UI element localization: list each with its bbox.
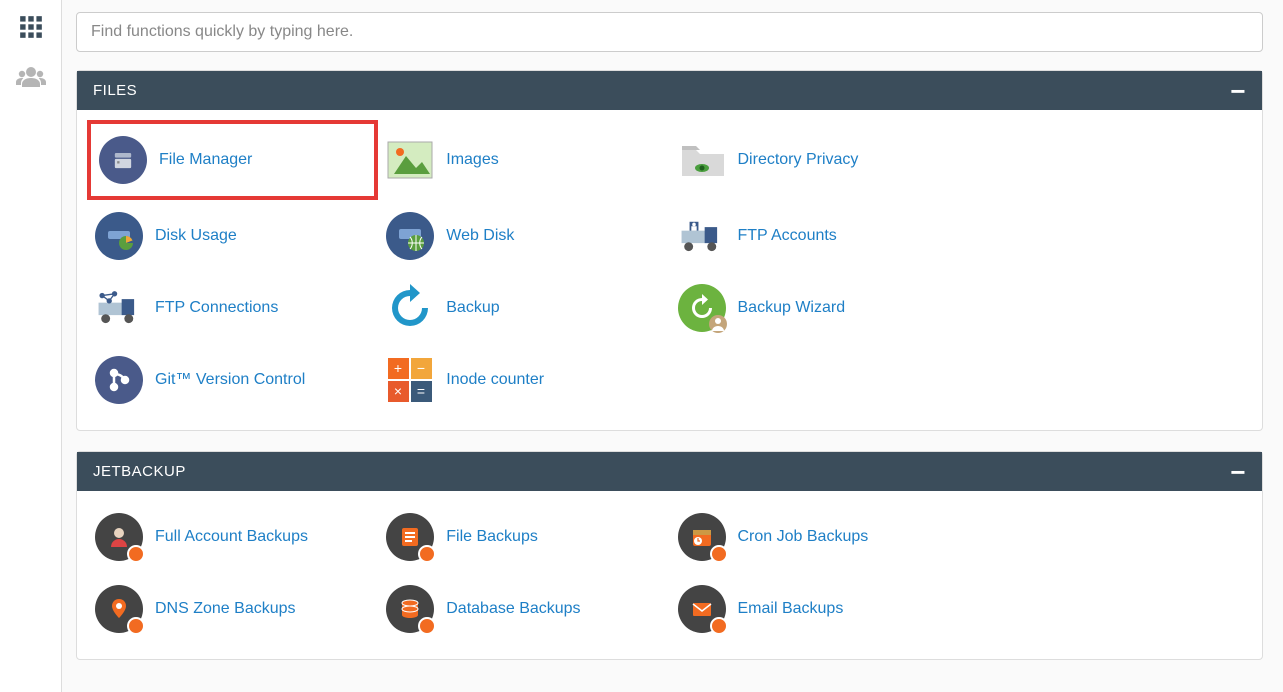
main-content: FILES − File Manager Images: [62, 0, 1283, 692]
item-label: DNS Zone Backups: [155, 600, 296, 618]
sidebar: [0, 0, 62, 692]
item-backup-wizard[interactable]: Backup Wizard: [670, 272, 961, 344]
item-email-backups[interactable]: Email Backups: [670, 573, 961, 645]
item-database-backups[interactable]: Database Backups: [378, 573, 669, 645]
jb-file-icon: [386, 513, 434, 561]
item-cron-job-backups[interactable]: Cron Job Backups: [670, 501, 961, 573]
item-label: Images: [446, 151, 498, 169]
item-inode-counter[interactable]: +−× = Inode counter: [378, 344, 669, 416]
item-label: File Backups: [446, 528, 538, 546]
svg-text:−: −: [417, 360, 425, 376]
backup-wizard-icon: [678, 284, 726, 332]
web-disk-icon: [386, 212, 434, 260]
panel-files-body: File Manager Images Directory Privacy: [77, 110, 1262, 430]
jb-cron-icon: [678, 513, 726, 561]
ftp-accounts-icon: [678, 212, 726, 260]
item-label: Directory Privacy: [738, 151, 859, 169]
apps-grid-icon[interactable]: [16, 12, 46, 42]
search-input[interactable]: [76, 12, 1263, 52]
git-icon: [95, 356, 143, 404]
jb-dns-icon: [95, 585, 143, 633]
item-ftp-connections[interactable]: FTP Connections: [87, 272, 378, 344]
item-disk-usage[interactable]: Disk Usage: [87, 200, 378, 272]
file-manager-icon: [99, 136, 147, 184]
panel-files: FILES − File Manager Images: [76, 70, 1263, 431]
svg-text:=: =: [417, 383, 425, 399]
empty-cell: [961, 501, 1252, 573]
item-ftp-accounts[interactable]: FTP Accounts: [670, 200, 961, 272]
item-directory-privacy[interactable]: Directory Privacy: [670, 120, 961, 200]
users-icon[interactable]: [16, 62, 46, 92]
svg-text:+: +: [394, 360, 402, 376]
empty-cell: [961, 120, 1252, 200]
item-dns-zone-backups[interactable]: DNS Zone Backups: [87, 573, 378, 645]
panel-files-title: FILES: [93, 82, 137, 99]
item-label: Email Backups: [738, 600, 844, 618]
item-label: FTP Accounts: [738, 227, 837, 245]
images-icon: [386, 136, 434, 184]
jb-account-icon: [95, 513, 143, 561]
inode-icon: +−× =: [386, 356, 434, 404]
item-label: Git™ Version Control: [155, 371, 305, 389]
item-file-backups[interactable]: File Backups: [378, 501, 669, 573]
panel-jetbackup-header[interactable]: JETBACKUP −: [77, 452, 1262, 491]
empty-cell: [961, 272, 1252, 344]
badge-icon: [418, 617, 436, 635]
item-label: FTP Connections: [155, 299, 278, 317]
item-label: Database Backups: [446, 600, 580, 618]
panel-jetbackup-body: Full Account Backups File Backups: [77, 491, 1262, 659]
item-file-manager[interactable]: File Manager: [87, 120, 378, 200]
item-label: Full Account Backups: [155, 528, 308, 546]
badge-icon: [710, 617, 728, 635]
panel-jetbackup-title: JETBACKUP: [93, 463, 186, 480]
item-images[interactable]: Images: [378, 120, 669, 200]
badge-icon: [127, 617, 145, 635]
item-label: Web Disk: [446, 227, 514, 245]
item-full-account-backups[interactable]: Full Account Backups: [87, 501, 378, 573]
panel-jetbackup: JETBACKUP − Full Account Backups: [76, 451, 1263, 660]
item-web-disk[interactable]: Web Disk: [378, 200, 669, 272]
panel-files-header[interactable]: FILES −: [77, 71, 1262, 110]
badge-icon: [710, 545, 728, 563]
empty-cell: [961, 200, 1252, 272]
svg-text:×: ×: [394, 383, 402, 399]
item-label: Disk Usage: [155, 227, 237, 245]
badge-icon: [418, 545, 436, 563]
disk-usage-icon: [95, 212, 143, 260]
item-backup[interactable]: Backup: [378, 272, 669, 344]
item-label: Inode counter: [446, 371, 544, 389]
jb-email-icon: [678, 585, 726, 633]
item-label: Backup: [446, 299, 499, 317]
backup-icon: [386, 284, 434, 332]
item-git[interactable]: Git™ Version Control: [87, 344, 378, 416]
jb-db-icon: [386, 585, 434, 633]
item-label: Cron Job Backups: [738, 528, 869, 546]
badge-icon: [127, 545, 145, 563]
directory-privacy-icon: [678, 136, 726, 184]
item-label: File Manager: [159, 151, 252, 169]
item-label: Backup Wizard: [738, 299, 846, 317]
ftp-connections-icon: [95, 284, 143, 332]
